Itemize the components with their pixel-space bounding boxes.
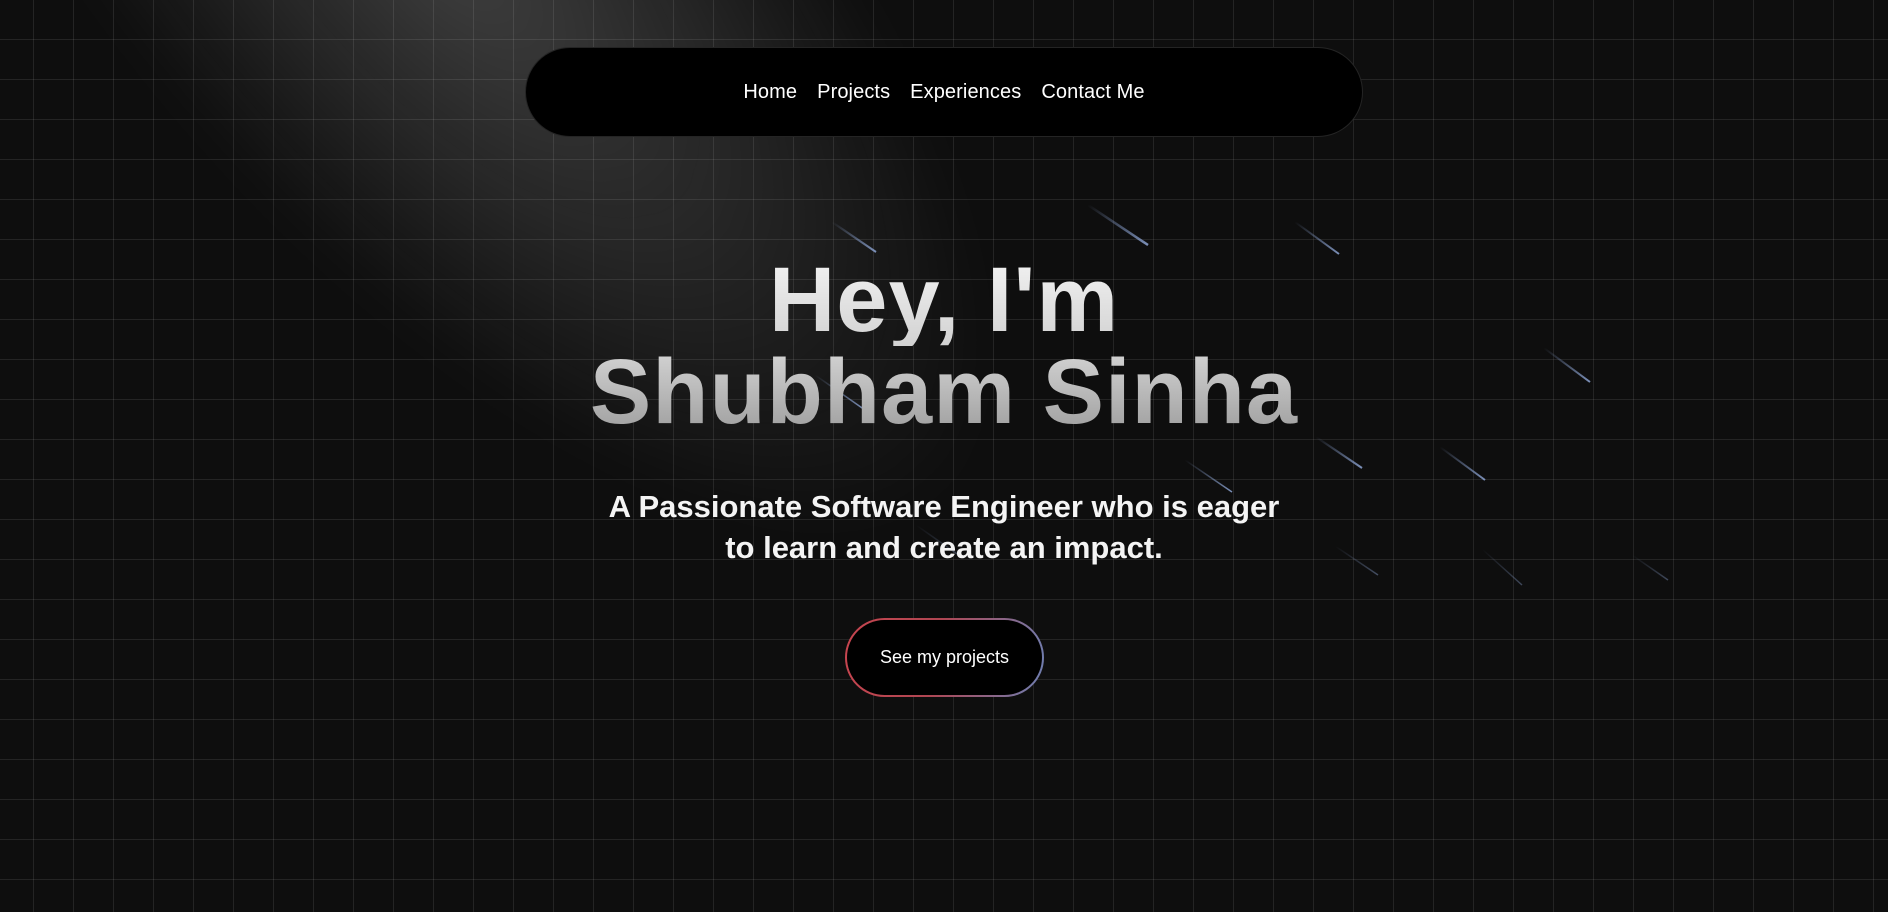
navbar: Home Projects Experiences Contact Me: [525, 47, 1363, 137]
hero-greeting: Hey, I'm: [0, 254, 1888, 346]
tagline-line-1: A Passionate Software Engineer who is ea…: [608, 489, 1280, 524]
nav-link-home[interactable]: Home: [743, 81, 797, 104]
hero-heading: Hey, I'm Shubham Sinha: [0, 254, 1888, 438]
nav-link-projects[interactable]: Projects: [817, 81, 890, 104]
hero-name: Shubham Sinha: [0, 346, 1888, 438]
cta-border: See my projects: [845, 618, 1044, 697]
see-my-projects-button[interactable]: See my projects: [847, 620, 1042, 695]
nav-link-contact-me[interactable]: Contact Me: [1041, 81, 1144, 104]
nav-link-experiences[interactable]: Experiences: [910, 81, 1021, 104]
page: Home Projects Experiences Contact Me Hey…: [0, 0, 1888, 912]
hero-tagline: A Passionate Software Engineer who is ea…: [0, 486, 1888, 568]
tagline-line-2: to learn and create an impact.: [725, 530, 1163, 565]
